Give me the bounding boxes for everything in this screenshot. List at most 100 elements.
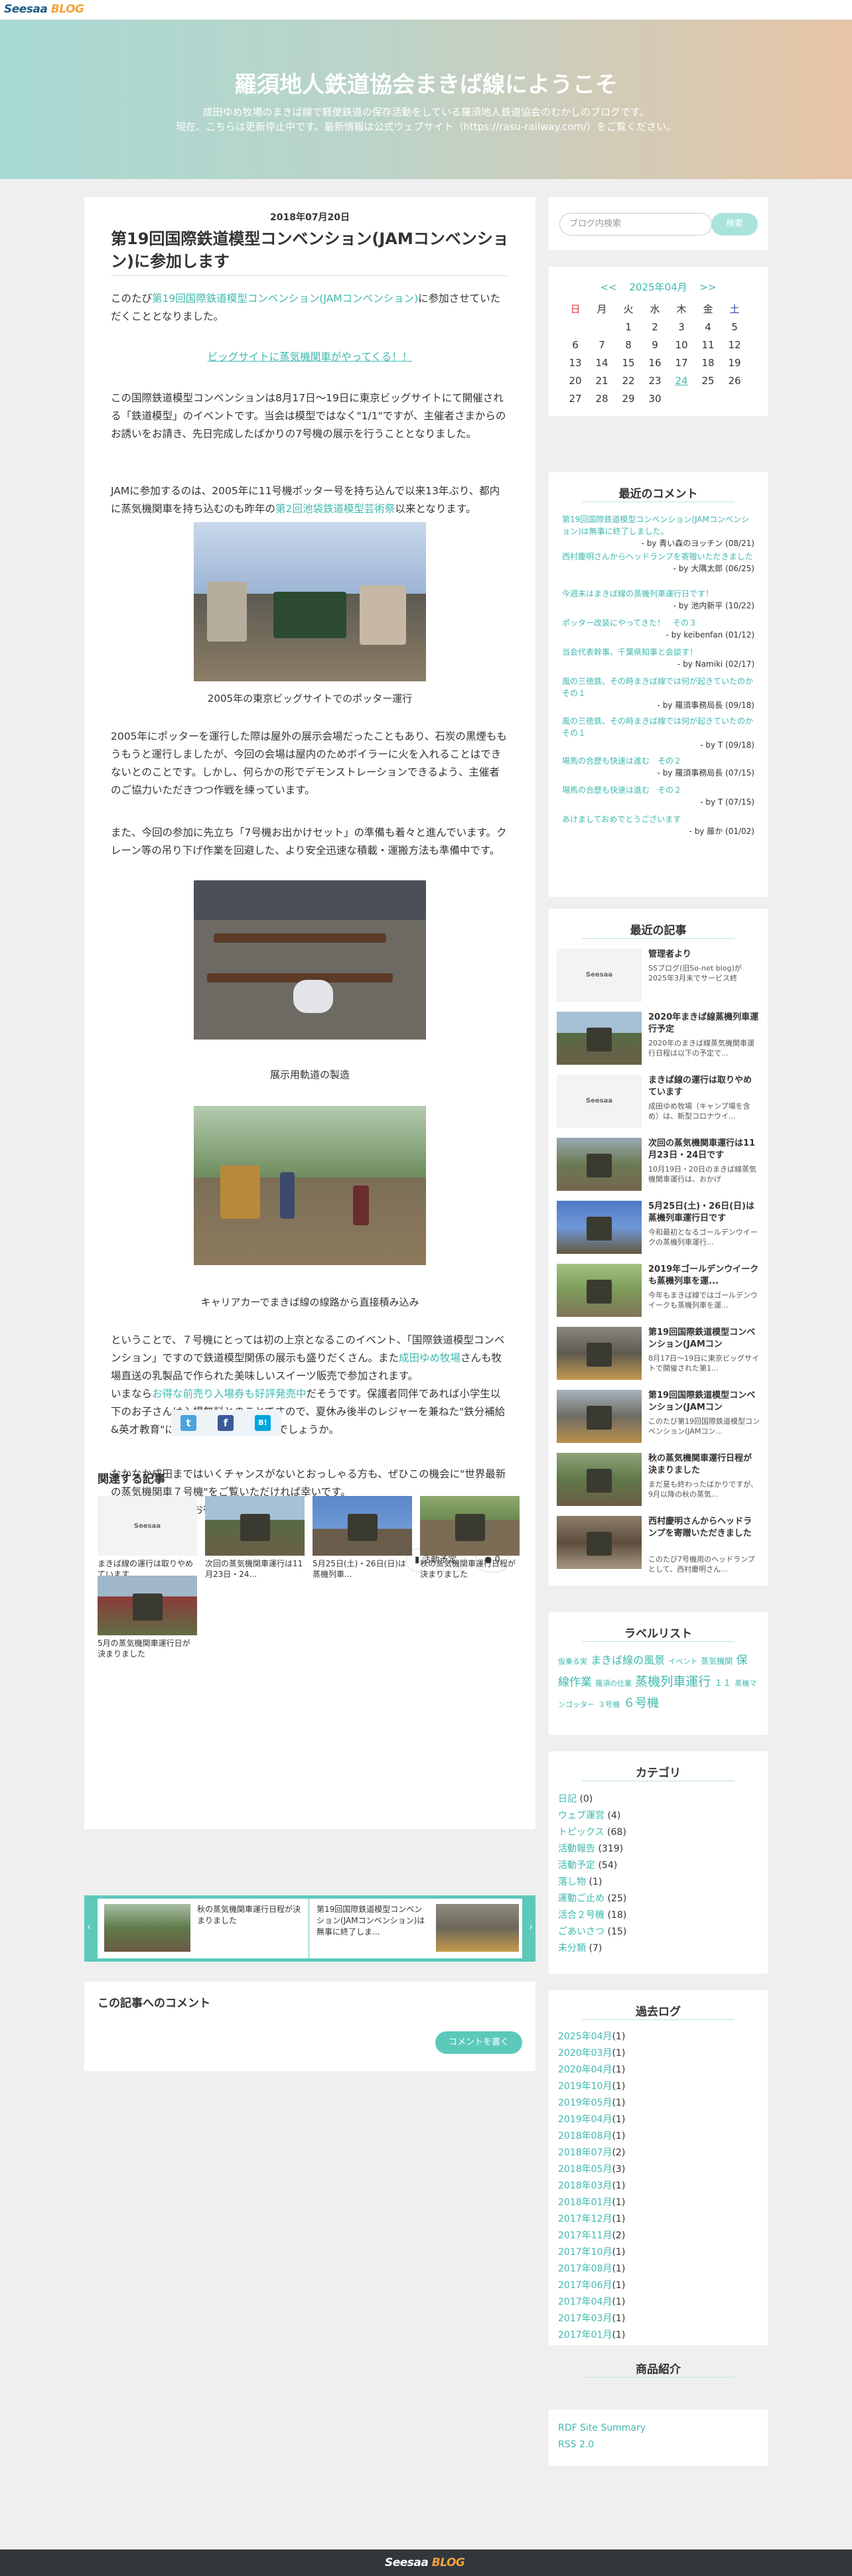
archive-item[interactable]: 2017年04月(1) bbox=[558, 2294, 625, 2311]
paragraph-4: 2005年にポッターを運行した際は屋外の展示会場だったこともあり、石炭の黒煙もも… bbox=[111, 730, 507, 796]
post-title[interactable]: 第19回国際鉄道模型コンベンション(JAMコンベンション)に参加します bbox=[111, 228, 516, 273]
category-item[interactable]: ごあいさつ (15) bbox=[558, 1924, 626, 1940]
archive-item[interactable]: 2018年07月(2) bbox=[558, 2145, 625, 2161]
recent-comments-title: 最近のコメント bbox=[618, 488, 698, 501]
calendar-month[interactable]: 2025年04月 bbox=[629, 281, 687, 293]
paragraph-5: また、今回の参加に先立ち「7号機お出かけセット」の準備も着々と進んでいます。クレ… bbox=[111, 827, 507, 856]
comment-item: 当会代表幹事、千葉県知事と会談す！ - by Namiki (02/17) bbox=[562, 647, 754, 669]
comment-item: 西村慶明さんからヘッドランプを寄贈いただきました - by 大隅太郎 (06/25… bbox=[562, 552, 754, 573]
recent-article-item[interactable]: 2020年まきば線蒸機列車運行予定 2020年のまきば線蒸気機関車運行日程は以下の… bbox=[557, 1012, 760, 1066]
related-item[interactable]: 5月25日(土)・26日(日)は蒸機列車... bbox=[313, 1496, 412, 1580]
category-item[interactable]: 未分類 (7) bbox=[558, 1940, 626, 1957]
twitter-icon[interactable]: t bbox=[180, 1415, 196, 1431]
write-comment-button[interactable]: コメントを書く bbox=[435, 2031, 522, 2054]
related-item[interactable]: 秋の蒸気機関車運行日程が決まりました bbox=[420, 1496, 520, 1580]
search-input[interactable]: ブログ内検索 bbox=[559, 213, 712, 236]
category-item[interactable]: 日記 (0) bbox=[558, 1791, 626, 1808]
rdf-feed-link[interactable]: RDF Site Summary bbox=[558, 2420, 646, 2437]
seesaa-logo[interactable]: Seesaa BLOG bbox=[4, 3, 84, 16]
category-item[interactable]: 活動報告 (319) bbox=[558, 1841, 626, 1858]
feeds-widget: RDF Site Summary RSS 2.0 bbox=[549, 2409, 768, 2466]
top-bar: Seesaa BLOG bbox=[0, 0, 852, 20]
archive-item[interactable]: 2018年08月(1) bbox=[558, 2128, 625, 2145]
comment-item: 場馬の合歴も快速は進む その２- by 羅須事務局長 (07/15) bbox=[562, 756, 754, 778]
prev-thumbnail[interactable] bbox=[104, 1904, 190, 1952]
archive-item[interactable]: 2019年10月(1) bbox=[558, 2078, 625, 2095]
recent-article-item[interactable]: 5月25日(土)・26日(日)は蒸機列車運行日です 今和最初となるゴールデンウイー… bbox=[557, 1201, 760, 1255]
category-item[interactable]: トピックス (68) bbox=[558, 1824, 626, 1841]
prev-post-link[interactable]: 秋の蒸気機関車運行日程が決まりました bbox=[197, 1904, 303, 1927]
calendar-next[interactable]: >> bbox=[699, 281, 716, 293]
archive-item[interactable]: 2018年05月(3) bbox=[558, 2161, 625, 2178]
post-navigation: ‹ › 秋の蒸気機関車運行日程が決まりました 第19回国際鉄道模型コンベンション… bbox=[84, 1895, 535, 1962]
comments-section: この記事へのコメント コメントを書く bbox=[84, 1982, 535, 2071]
yumebokujo-link[interactable]: 成田ゆめ牧場 bbox=[399, 1352, 461, 1364]
next-thumbnail[interactable] bbox=[436, 1904, 519, 1952]
category-item[interactable]: 活合２号機 (18) bbox=[558, 1907, 626, 1924]
paragraph-6: ということで、７号機にとっては初の上京となるこのイベント、「国際鉄道模型コンベン… bbox=[111, 1334, 506, 1436]
thumbnail bbox=[205, 1496, 305, 1556]
recent-article-item[interactable]: 次回の蒸気機関車運行は11月23日・24日です 10月19日・20日のまきば線蒸気… bbox=[557, 1138, 760, 1192]
hatena-icon[interactable]: B! bbox=[255, 1415, 271, 1431]
category-list: 日記 (0) ウェブ運営 (4) トピックス (68) 活動報告 (319) 活… bbox=[558, 1791, 626, 1957]
recent-articles-title: 最近の記事 bbox=[630, 924, 687, 937]
archive-item[interactable]: 2017年08月(1) bbox=[558, 2261, 625, 2277]
category-item[interactable]: 運動ご止め (25) bbox=[558, 1891, 626, 1907]
related-item[interactable]: Seesaa まきば線の運行は取りやめています bbox=[98, 1496, 197, 1580]
related-item[interactable]: 5月の蒸気機関車運行日が決まりました bbox=[98, 1576, 197, 1659]
recent-article-item[interactable]: 西村慶明さんからヘッドランプを寄贈いただきました このたび7号機用のヘッドランプと… bbox=[557, 1516, 760, 1574]
related-item[interactable]: 次回の蒸気機関車運行は11月23日・24... bbox=[205, 1496, 305, 1580]
next-post-link[interactable]: 第19回国際鉄道模型コンベンション(JAMコンベンション)は無事に終了しま... bbox=[317, 1904, 429, 1938]
archive-item[interactable]: 2018年01月(1) bbox=[558, 2195, 625, 2211]
archive-item[interactable]: 2020年04月(1) bbox=[558, 2062, 625, 2078]
photo-bigsight-2005[interactable] bbox=[194, 522, 426, 681]
archive-item[interactable]: 2019年05月(1) bbox=[558, 2095, 625, 2112]
photo-caption-1: 2005年の東京ビッグサイトでのポッター運行 bbox=[207, 693, 413, 705]
chevron-left-icon[interactable]: ‹ bbox=[87, 1922, 91, 1932]
search-button[interactable]: 検索 bbox=[711, 213, 758, 236]
archive-item[interactable]: 2017年10月(1) bbox=[558, 2244, 625, 2261]
calendar-link-day[interactable]: 24 bbox=[668, 372, 695, 389]
archive-item[interactable]: 2017年12月(1) bbox=[558, 2211, 625, 2228]
archive-item[interactable]: 2017年11月(2) bbox=[558, 2228, 625, 2244]
ticket-link[interactable]: お得な前売り入場券も好評発売中 bbox=[152, 1388, 307, 1400]
archive-item[interactable]: 2018年03月(1) bbox=[558, 2178, 625, 2195]
label-list-widget: ラベルリスト 仮乗る実 まきば線の風景 イベント 蒸気機関 保線作業 羅須の仕業… bbox=[549, 1612, 768, 1735]
label-cloud: 仮乗る実 まきば線の風景 イベント 蒸気機関 保線作業 羅須の仕業 蒸機列車運行… bbox=[558, 1654, 757, 1710]
archive-item[interactable]: 2020年03月(1) bbox=[558, 2045, 625, 2062]
jam-link[interactable]: 第19回国際鉄道模型コンベンション(JAMコンベンション) bbox=[152, 293, 418, 305]
rss-feed-link[interactable]: RSS 2.0 bbox=[558, 2437, 646, 2453]
recent-article-item[interactable]: 第19回国際鉄道模型コンベンション(JAMコン このたび第19回国際鉄道模型コンベ… bbox=[557, 1390, 760, 1444]
comments-heading: この記事へのコメント bbox=[98, 1997, 210, 2010]
archive-list: 2025年04月(1) 2020年03月(1) 2020年04月(1) 2019… bbox=[558, 2029, 625, 2344]
archive-item[interactable]: 2017年06月(1) bbox=[558, 2277, 625, 2294]
recent-article-item[interactable]: 秋の蒸気機関車運行日程が決まりました まだ夏も終わったばかりですが、9月以降の秋の… bbox=[557, 1453, 760, 1507]
recent-article-item[interactable]: Seesaa まきば線の運行は取りやめています 成田ゆめ牧場（キャンプ場を含め）は、… bbox=[557, 1075, 760, 1129]
photo-track-building[interactable] bbox=[194, 880, 426, 1040]
thumbnail bbox=[98, 1576, 197, 1635]
ikebukuro-link[interactable]: 第2回池袋鉄道模型芸術祭 bbox=[275, 503, 395, 515]
blog-description-line1: 成田ゆめ牧場のまきば線で軽便鉄道の保存活動をしている羅須地人鉄道協会のむかしのブ… bbox=[202, 106, 650, 118]
blog-title[interactable]: 羅須地人鉄道協会まきば線にようこそ bbox=[0, 66, 852, 99]
category-item[interactable]: 落し物 (1) bbox=[558, 1874, 626, 1891]
calendar-prev[interactable]: << bbox=[600, 281, 616, 293]
bigsight-link[interactable]: ビッグサイトに蒸気機関車がやってくる！！ bbox=[208, 351, 412, 363]
comment-item: 第19回国際鉄道模型コンベンション(JAMコンベンション)は無事に終了しました。… bbox=[562, 515, 754, 548]
footer-seesaa-logo[interactable]: Seesaa BLOG bbox=[385, 2556, 465, 2569]
categories-title: カテゴリ bbox=[636, 1767, 681, 1780]
recent-comments-widget: 最近のコメント 第19回国際鉄道模型コンベンション(JAMコンベンション)は無事… bbox=[549, 472, 768, 897]
comment-item: 今週末はまきば線の蒸機列車運行日です！ - by 池内新平 (10/22) bbox=[562, 589, 754, 610]
recent-article-item[interactable]: 2019年ゴールデンウイークも蒸機列車を運... 今年もまきば線ではゴールデンウイ… bbox=[557, 1264, 760, 1318]
recent-article-item[interactable]: 第19回国際鉄道模型コンベンション(JAMコン 8月17日〜19日に東京ビッグサイ… bbox=[557, 1327, 760, 1381]
archive-item[interactable]: 2025年04月(1) bbox=[558, 2029, 625, 2045]
facebook-icon[interactable]: f bbox=[218, 1415, 234, 1431]
archive-item[interactable]: 2019年04月(1) bbox=[558, 2112, 625, 2128]
category-item[interactable]: ウェブ運営 (4) bbox=[558, 1808, 626, 1824]
recent-article-item[interactable]: Seesaa 管理者より SSブログ(旧So-net blog)が2025年3月末で… bbox=[557, 949, 760, 1003]
photo-carrier-loading[interactable] bbox=[194, 1106, 426, 1265]
chevron-right-icon[interactable]: › bbox=[529, 1922, 533, 1932]
archive-item[interactable]: 2017年03月(1) bbox=[558, 2311, 625, 2327]
category-item[interactable]: 活動予定 (54) bbox=[558, 1858, 626, 1874]
archive-item[interactable]: 2017年01月(1) bbox=[558, 2327, 625, 2344]
blog-header: 羅須地人鉄道協会まきば線にようこそ 成田ゆめ牧場のまきば線で軽便鉄道の保存活動を… bbox=[0, 20, 852, 179]
